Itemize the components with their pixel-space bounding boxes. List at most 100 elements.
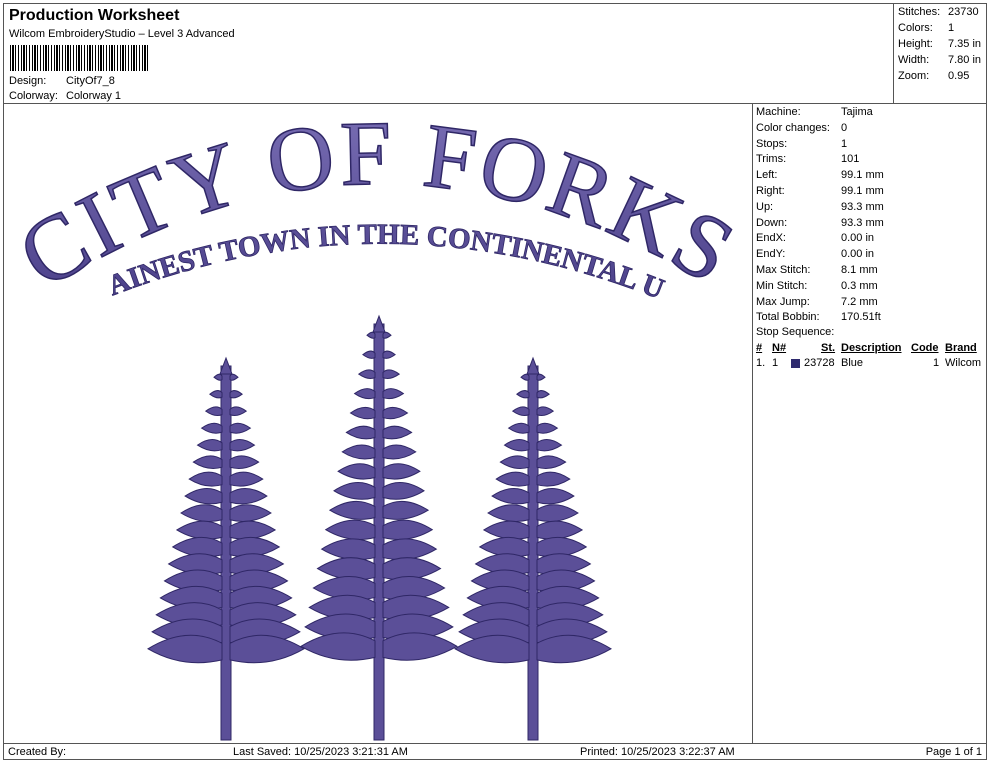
detail-value: 1 [841, 137, 848, 150]
software-name: Wilcom EmbroideryStudio – Level 3 Advanc… [9, 28, 235, 40]
tree-branch [536, 520, 584, 540]
tree-branch [382, 444, 417, 460]
tree-branch [511, 406, 530, 417]
tree-branch [382, 350, 396, 359]
colorway-label: Colorway: [9, 90, 58, 102]
tree-branch [382, 500, 430, 520]
tree-branch [229, 455, 260, 469]
tree-branch [382, 425, 413, 440]
tree-branch [200, 422, 223, 434]
col-brand: Brand [945, 342, 977, 354]
detail-label: Left: [756, 169, 778, 182]
tree-branch [362, 350, 376, 359]
page-number: Page 1 of 1 [925, 746, 982, 758]
tree-branch [536, 390, 550, 399]
detail-row: Color changes: 0 [756, 121, 847, 134]
design-value: CityOf7_8 [66, 75, 115, 87]
stats-panel: Stitches: 23730 Colors: 1 Height: 7.35 in W… [893, 3, 987, 104]
tree-branch [229, 488, 268, 505]
tree-branch [184, 488, 223, 505]
design-label: Design: [9, 75, 47, 87]
tree-branch [320, 538, 376, 561]
detail-value: 101 [841, 153, 860, 166]
tree-branch [382, 406, 409, 420]
tree-branch [507, 422, 530, 434]
tree-branch [337, 463, 376, 480]
detail-label: Total Bobbin: [756, 311, 820, 324]
tree-branch [209, 390, 223, 399]
detail-row: Stops: 1 [756, 138, 847, 150]
stat-stitches: Stitches: 23730 [898, 6, 979, 18]
tree-branch [229, 634, 305, 664]
tree-branch [147, 634, 223, 664]
tree-branch [229, 471, 264, 487]
tree-branch [536, 471, 571, 487]
tree-branch [536, 422, 559, 434]
detail-row: Left: 99.1 mm [756, 169, 884, 182]
col-index: # [756, 342, 763, 354]
detail-row: Up: 93.3 mm [756, 201, 884, 213]
last-saved: Last Saved: 10/25/2023 3:21:31 AM [233, 746, 408, 758]
tree-branch [192, 455, 223, 469]
tree-branch [229, 520, 277, 540]
detail-value: 0.00 in [841, 248, 875, 261]
col-description: Description [841, 342, 902, 354]
embroidery-design: CITY OF FORKS RAINEST TOWN IN THE CONTIN… [4, 104, 751, 741]
tree-branch [536, 488, 575, 505]
tree-branch [204, 406, 223, 417]
tree-branch [229, 504, 272, 522]
tree-branch [503, 439, 530, 452]
tree-branch [536, 439, 563, 452]
tree-branch [487, 504, 530, 522]
tree-branch [536, 455, 567, 469]
detail-row: EndY: 0.00 in [756, 248, 874, 261]
detail-row: Max Stitch: 8.1 mm [756, 264, 878, 276]
tree-branch [357, 369, 376, 379]
detail-value: Tajima [841, 106, 873, 118]
tree-branch [341, 444, 376, 460]
tree-branch [345, 425, 376, 440]
detail-value: 0.00 in [841, 232, 875, 245]
detail-row: EndX: 0.00 in [756, 232, 874, 245]
detail-value: 8.1 mm [841, 264, 878, 276]
detail-label: EndX: [756, 232, 786, 245]
detail-label: Machine: [756, 106, 801, 118]
detail-label: Color changes: [756, 121, 830, 134]
tree-branch [520, 373, 530, 381]
tree-branch [324, 519, 376, 540]
detail-label: Min Stitch: [756, 279, 808, 292]
tree-branch [382, 463, 421, 480]
stat-height: Height: 7.35 in [898, 38, 982, 50]
tree-branch [229, 406, 248, 417]
tree-branch [536, 406, 555, 417]
col-code: Code [911, 342, 939, 354]
detail-label: Max Jump: [756, 295, 810, 308]
tree-branch [382, 538, 438, 561]
detail-label: Max Stitch: [756, 264, 811, 276]
tree-branch [300, 632, 376, 661]
tree-branch [180, 504, 223, 522]
tree-branch [175, 520, 223, 540]
detail-label: EndY: [756, 248, 786, 261]
detail-row: Max Jump: 7.2 mm [756, 295, 878, 308]
stat-width: Width: 7.80 in [898, 54, 982, 66]
tree-branch [382, 632, 458, 661]
col-st: St. [821, 342, 836, 354]
printed-date: Printed: 10/25/2023 3:22:37 AM [580, 746, 735, 758]
detail-label: Right: [756, 185, 785, 197]
tree-branch [353, 388, 376, 400]
tree-branch [454, 634, 530, 664]
design-canvas: CITY OF FORKS RAINEST TOWN IN THE CONTIN… [3, 103, 753, 744]
detail-value: 99.1 mm [841, 169, 884, 182]
tree-branch [536, 373, 546, 381]
detail-row: Trims: 101 [756, 153, 859, 165]
detail-value: 7.2 mm [841, 295, 878, 308]
stat-zoom: Zoom: 0.95 [898, 70, 970, 82]
detail-row: Down: 93.3 mm [756, 216, 884, 229]
stat-colors: Colors: 1 [898, 22, 955, 34]
tree-branch [229, 422, 252, 434]
tree-branch [382, 369, 401, 379]
pine-trees-group [147, 314, 612, 741]
tree-branch [382, 482, 425, 500]
detail-label: Down: [756, 216, 788, 229]
